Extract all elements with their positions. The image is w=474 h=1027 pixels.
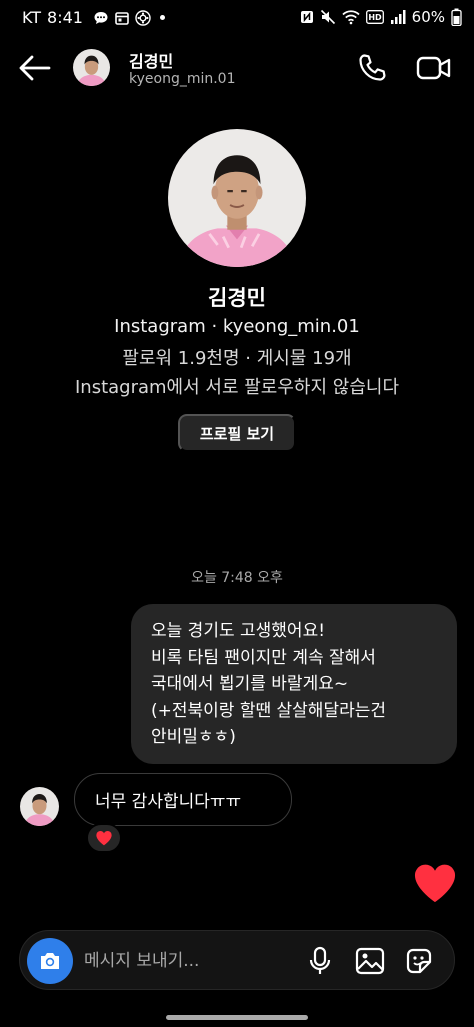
received-message-text: 너무 감사합니다ㅠㅠ bbox=[95, 792, 242, 812]
profile-avatar[interactable] bbox=[168, 129, 306, 267]
message-line: 비록 타팀 팬이지만 계속 잘해서 bbox=[151, 647, 376, 668]
svg-text:HD: HD bbox=[368, 13, 382, 22]
header-avatar[interactable] bbox=[73, 49, 110, 86]
sticker-icon[interactable] bbox=[403, 945, 435, 977]
received-message-bubble[interactable]: 너무 감사합니다ㅠㅠ bbox=[74, 773, 292, 826]
view-profile-button[interactable]: 프로필 보기 bbox=[178, 414, 296, 452]
message-line: 오늘 경기도 고생했어요! bbox=[151, 621, 326, 641]
chat-header: 김경민 kyeong_min.01 bbox=[0, 40, 474, 96]
battery-percent: 60% bbox=[411, 8, 445, 26]
heart-icon[interactable] bbox=[412, 862, 458, 904]
message-line: (+전북이랑 할땐 살살해달라는건 bbox=[151, 700, 387, 721]
message-reaction[interactable] bbox=[86, 823, 122, 853]
video-call-icon[interactable] bbox=[415, 52, 453, 84]
profile-stats: 팔로워 1.9천명 · 게시물 19개 bbox=[122, 348, 352, 369]
microphone-icon[interactable] bbox=[306, 945, 334, 977]
hd-icon: HD bbox=[365, 10, 384, 24]
profile-name: 김경민 bbox=[208, 286, 266, 310]
dot-icon bbox=[159, 15, 165, 20]
nfc-icon bbox=[300, 11, 313, 23]
status-right: HD 60% bbox=[300, 8, 462, 26]
message-line: 국대에서 뵙기를 바랄게요~ bbox=[151, 674, 349, 694]
avatar-image bbox=[20, 787, 59, 826]
status-bar: KT 8:41 HD 60% bbox=[0, 0, 474, 36]
carrier-label: KT bbox=[22, 8, 42, 27]
camera-button[interactable] bbox=[27, 938, 73, 984]
message-input[interactable] bbox=[84, 946, 284, 976]
status-left: KT 8:41 bbox=[22, 8, 165, 27]
back-arrow-icon[interactable] bbox=[18, 52, 52, 84]
message-timestamp: 오늘 7:48 오후 bbox=[191, 570, 283, 586]
sender-avatar[interactable] bbox=[20, 787, 59, 826]
profile-platform-username: Instagram · kyeong_min.01 bbox=[114, 316, 360, 337]
mute-icon bbox=[320, 9, 335, 25]
clock: 8:41 bbox=[47, 8, 83, 27]
gallery-icon[interactable] bbox=[354, 945, 386, 977]
battery-icon bbox=[451, 8, 462, 26]
message-composer bbox=[19, 930, 455, 990]
signal-icon bbox=[390, 10, 406, 24]
settings-app-icon bbox=[135, 9, 151, 26]
header-username[interactable]: kyeong_min.01 bbox=[129, 71, 236, 87]
heart-icon bbox=[96, 831, 112, 846]
chat-bubble-icon bbox=[94, 11, 108, 24]
phone-icon[interactable] bbox=[356, 52, 388, 84]
camera-icon bbox=[41, 953, 59, 969]
profile-follow-status: Instagram에서 서로 팔로우하지 않습니다 bbox=[74, 377, 400, 398]
avatar-image bbox=[73, 49, 110, 86]
calendar-icon bbox=[115, 11, 129, 25]
wifi-icon bbox=[342, 10, 360, 25]
home-indicator[interactable] bbox=[166, 1015, 308, 1020]
sent-message-bubble[interactable]: 오늘 경기도 고생했어요! 비록 타팀 팬이지만 계속 잘해서 국대에서 뵙기를… bbox=[131, 604, 457, 764]
message-line: 안비밀ㅎㅎ) bbox=[151, 727, 236, 747]
header-display-name[interactable]: 김경민 bbox=[129, 48, 173, 72]
profile-photo bbox=[168, 129, 306, 267]
